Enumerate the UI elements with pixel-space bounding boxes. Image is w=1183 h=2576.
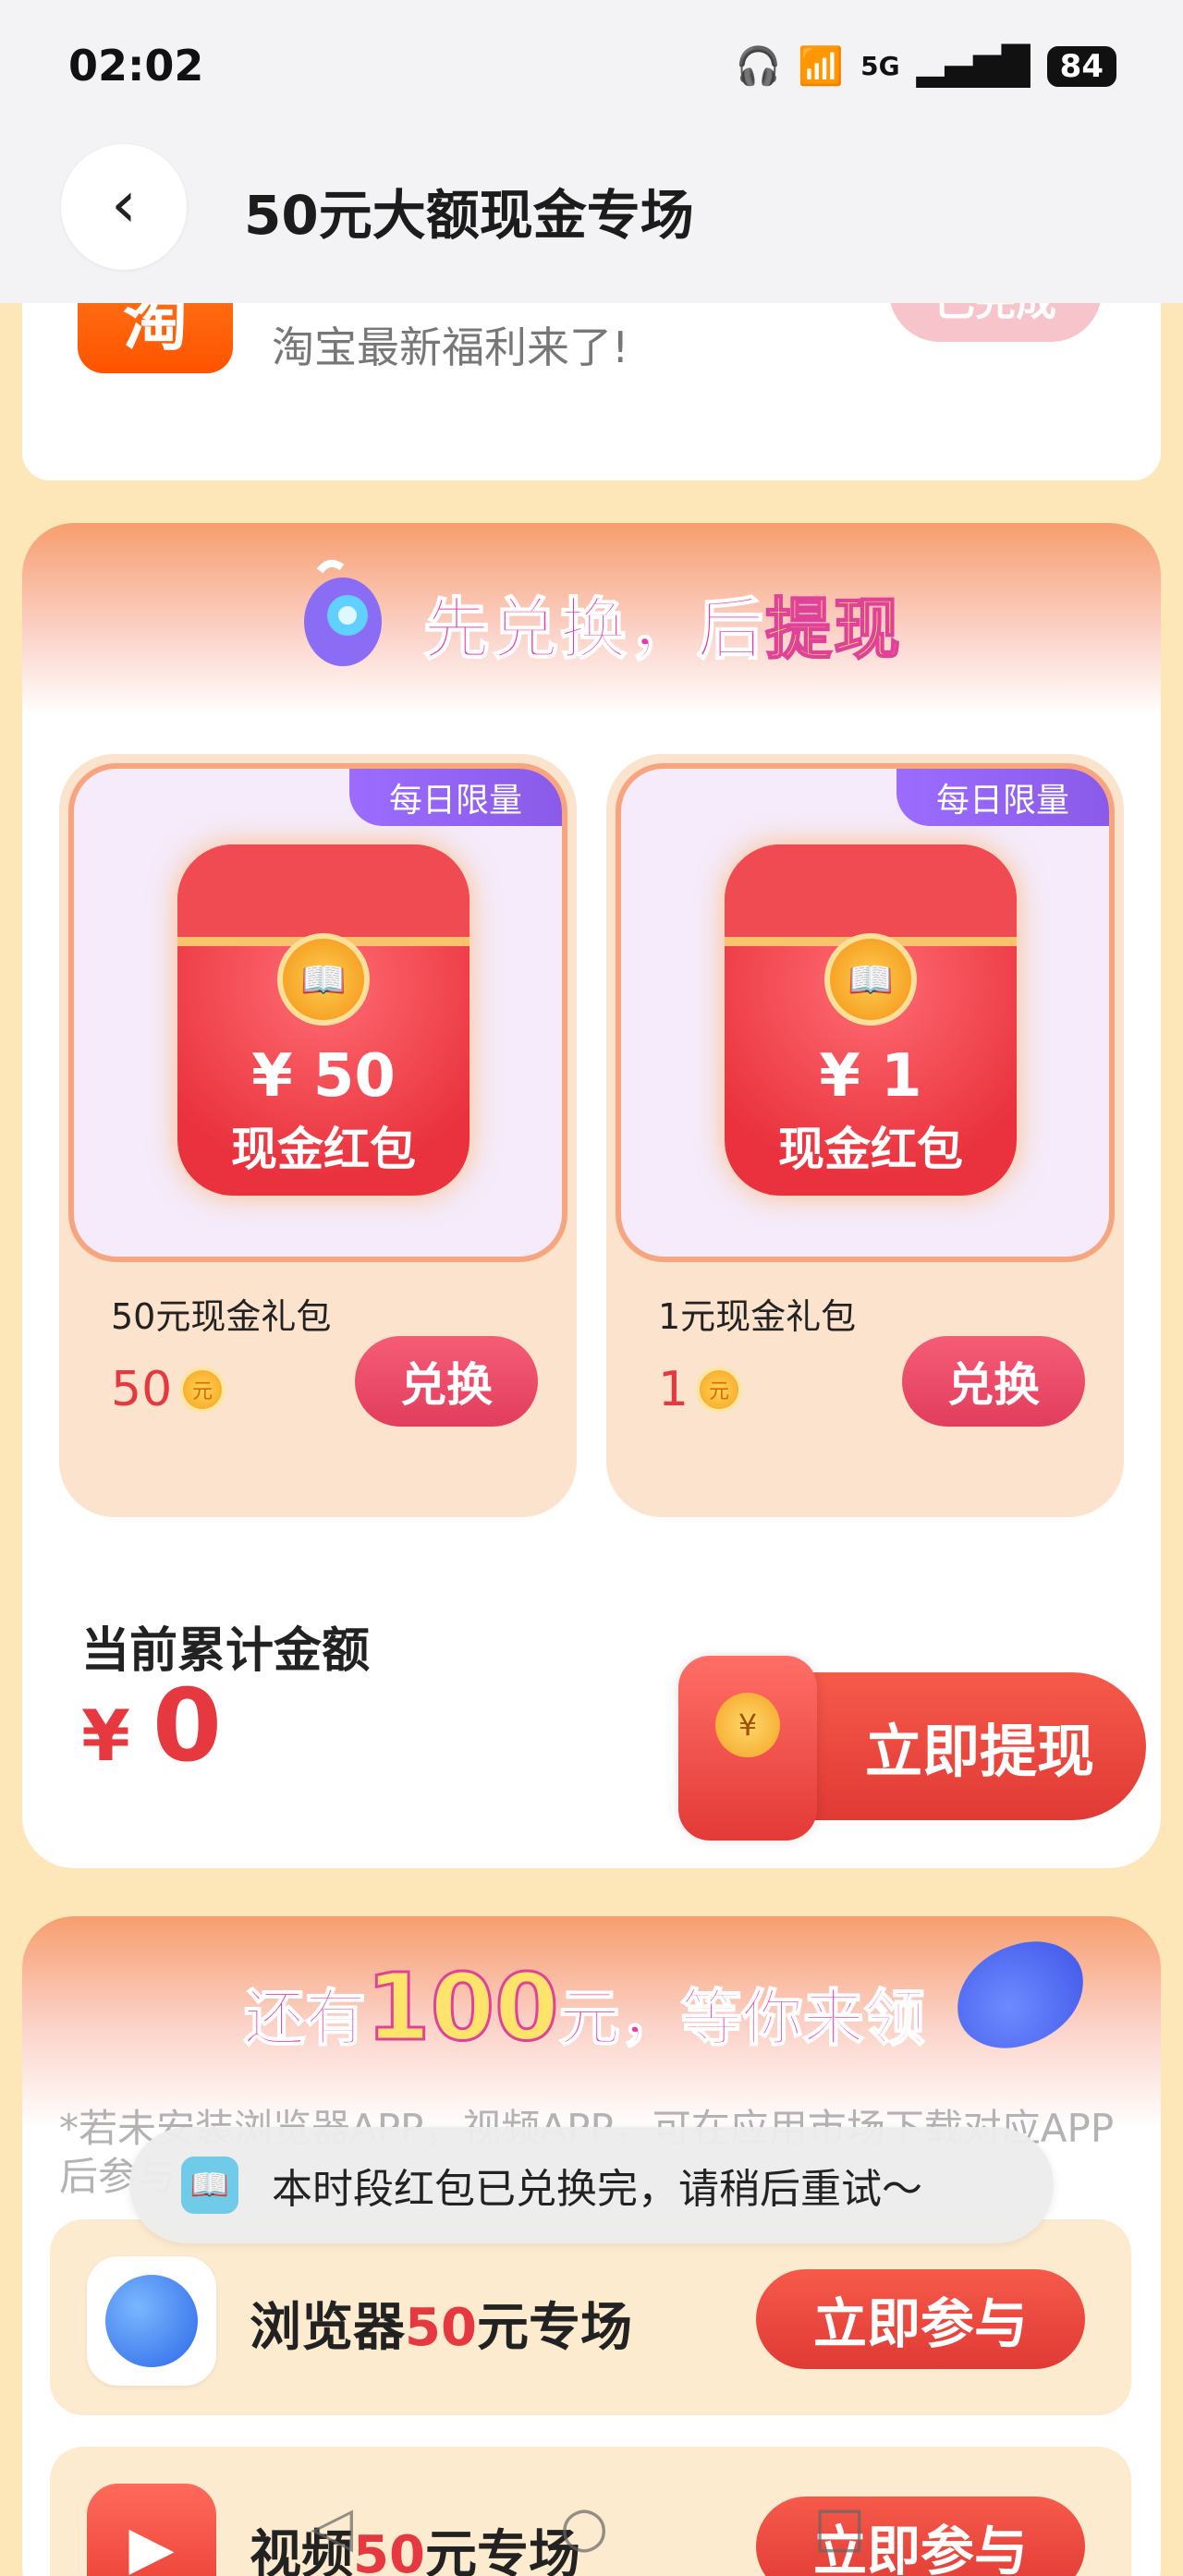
browser-promo-row[interactable]: 浏览器50元专场 立即参与 [50,2219,1131,2415]
more-title-suffix: 元，等你来领 [558,1982,926,2055]
gift-price: 50 元 [111,1362,226,1417]
gift-card-1: 每日限量 📖 ¥ 1 现金红包 1元现金礼包 1 元 兑换 [606,754,1124,1517]
system-navigation-bar: ◁ ○ □ [0,2495,1183,2576]
exchange-section: 先兑换，后提现 每日限量 📖 ¥ 50 现金红包 50元现金礼包 50 元 兑换… [22,523,1161,1868]
more-title-amount: 100 [365,1952,561,2063]
yen-coin-icon: ¥ [715,1693,780,1757]
coin-icon: 元 [179,1367,226,1413]
gift-price-value: 50 [111,1362,173,1417]
headphones-icon: 🎧 [735,45,782,88]
exchange-button-50[interactable]: 兑换 [355,1336,538,1427]
book-coin-icon: 📖 [277,933,370,1026]
gift-image: 每日限量 📖 ¥ 50 现金红包 [68,763,567,1262]
packet-label: 现金红包 [778,1123,963,1176]
nav-home-icon[interactable]: ○ [560,2495,608,2559]
battery-icon: 84 [1046,45,1116,87]
join-browser-button[interactable]: 立即参与 [756,2269,1085,2369]
packet-amount: ¥ 50 [251,1042,396,1111]
gift-image: 每日限量 📖 ¥ 1 现金红包 [616,763,1115,1262]
gift-price: 1 元 [658,1362,743,1417]
currency-symbol: ¥ [81,1695,130,1777]
packet-amount: ¥ 1 [819,1042,922,1111]
more-title-prefix: 还有 [243,1982,367,2055]
chevron-left-icon: ‹ [111,166,137,242]
withdraw-red-packet-icon: ¥ [678,1656,817,1841]
network-label: 5G [860,51,900,81]
exchange-title: 先兑换，后提现 [422,575,903,672]
toast-message: 📖 本时段红包已兑换完，请稍后重试～ [129,2127,1054,2243]
total-amount-value: 0 [152,1669,223,1784]
browser-planet-icon [87,2256,216,2386]
more-rewards-title: 还有100元，等你来领 [243,1952,926,2063]
back-button[interactable]: ‹ [61,144,187,270]
gift-name: 1元现金礼包 [658,1296,857,1337]
coin-icon: 元 [696,1367,743,1413]
red-packet-icon: 📖 ¥ 50 现金红包 [177,844,470,1196]
more-rewards-section: 还有100元，等你来领 *若未安装浏览器APP，视频APP，可在应用市场下载对应… [22,1916,1161,2576]
nav-back-icon[interactable]: ◁ [311,2495,353,2559]
packet-label: 现金红包 [231,1123,416,1176]
book-icon: 📖 [181,2157,238,2214]
wifi-icon: 📶 [798,45,845,88]
exchange-title-highlight: 提现 [764,589,903,669]
book-coin-icon: 📖 [824,933,917,1026]
top-bar: 02:02 🎧 📶 5G ▂▄▆█ 84 ‹ 50元大额现金专场 [0,0,1183,303]
status-time: 02:02 [68,41,204,91]
daily-limit-tag: 每日限量 [349,769,562,826]
status-icons: 🎧 📶 5G ▂▄▆█ 84 [736,44,1116,88]
promo-name: 浏览器50元专场 [250,2298,632,2358]
signal-icon: ▂▄▆█ [916,44,1031,88]
gift-name: 50元现金礼包 [111,1296,332,1337]
gift-price-value: 1 [658,1362,689,1417]
red-packet-icon: 📖 ¥ 1 现金红包 [725,844,1017,1196]
page-title: 50元大额现金专场 [244,184,694,247]
total-amount: ¥ 0 [81,1669,222,1784]
toast-text: 本时段红包已兑换完，请稍后重试～ [272,2166,922,2213]
daily-limit-tag: 每日限量 [896,769,1109,826]
exchange-title-main: 先兑换，后 [422,589,766,669]
exchange-button-1[interactable]: 兑换 [902,1336,1085,1427]
task-subtitle: 淘宝最新福利来了! [272,322,629,372]
nav-recent-icon[interactable]: □ [813,2495,866,2559]
speaker-mascot-icon [304,559,382,666]
gift-card-50: 每日限量 📖 ¥ 50 现金红包 50元现金礼包 50 元 兑换 [59,754,577,1517]
